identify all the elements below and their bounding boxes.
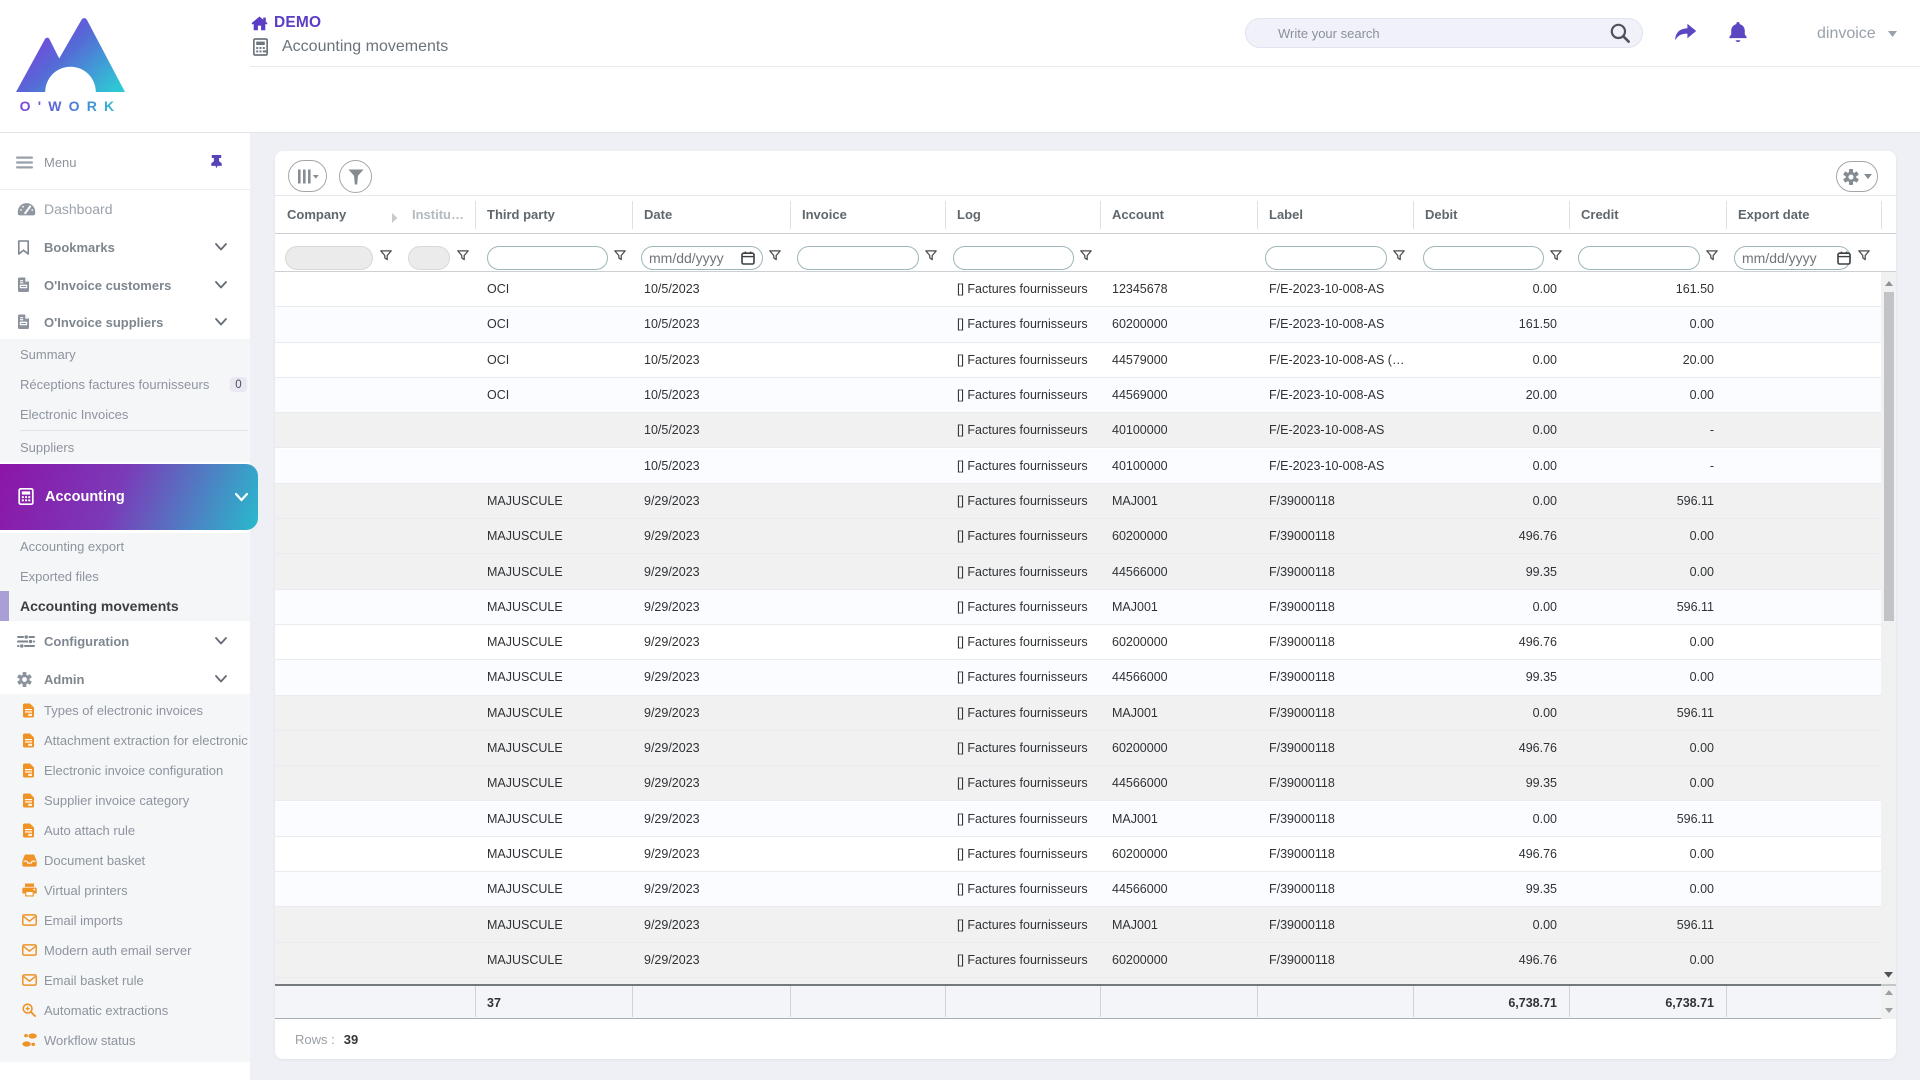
svg-text:O'WORK: O'WORK	[20, 98, 122, 114]
